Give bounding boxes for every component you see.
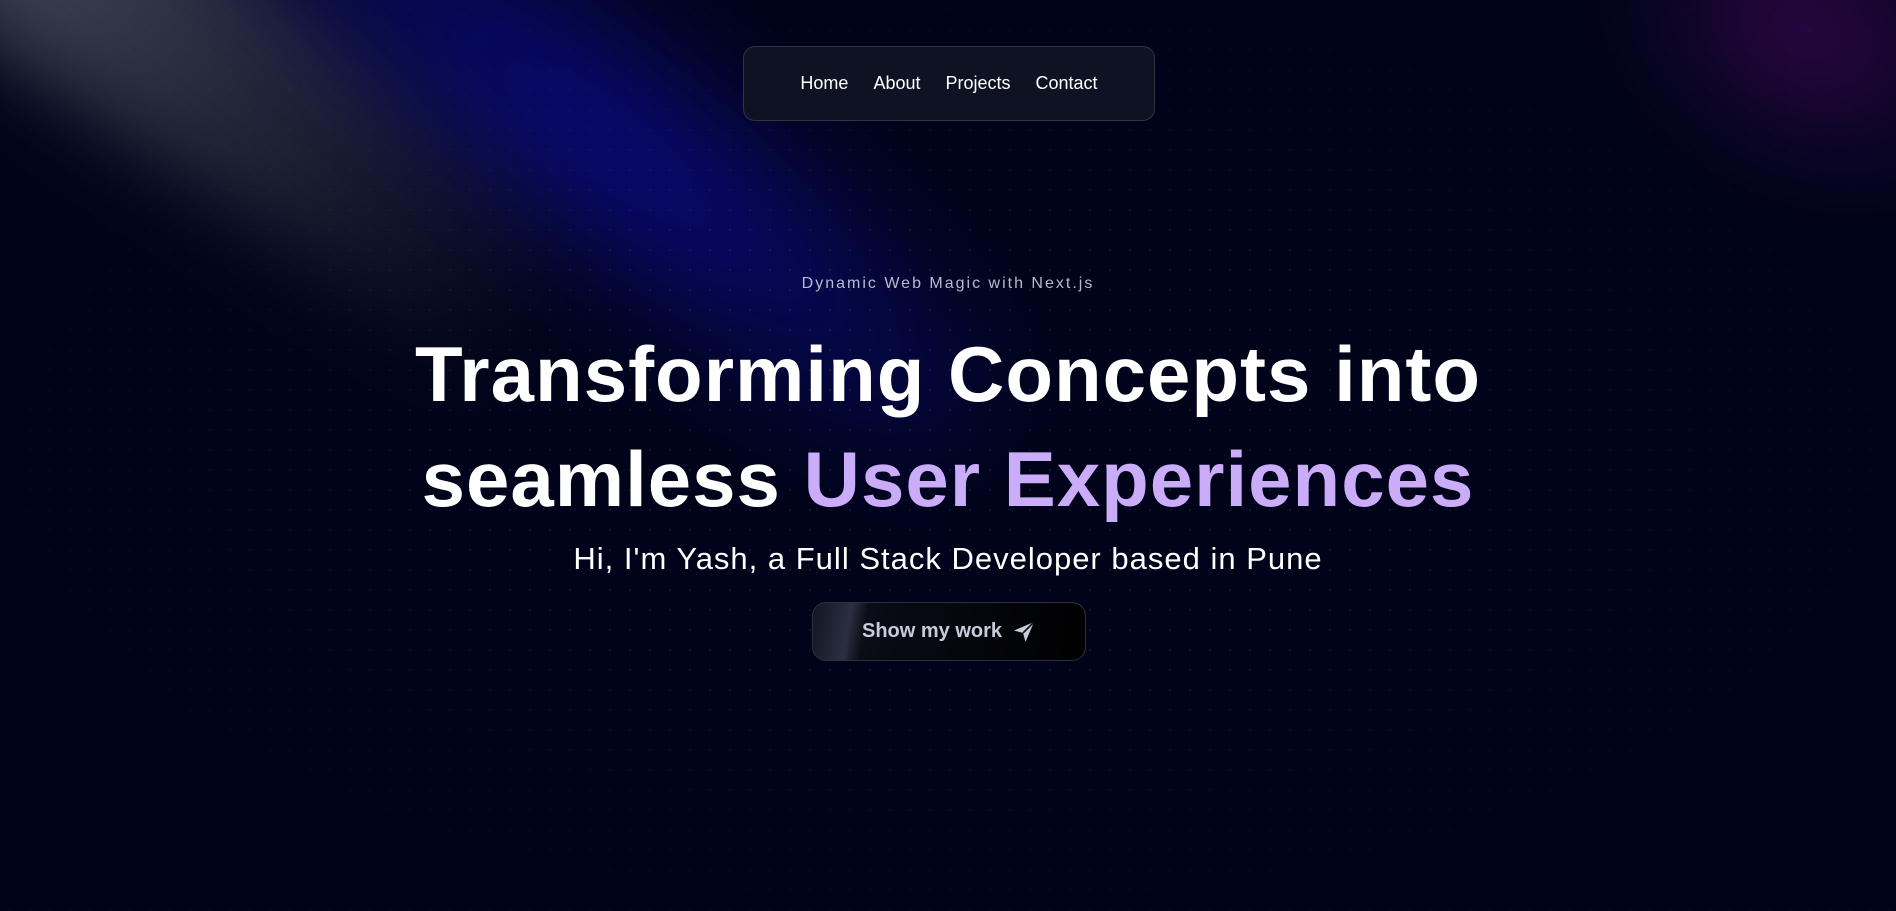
floating-navbar: Home About Projects Contact [743, 46, 1155, 121]
send-icon [1012, 620, 1036, 644]
hero-subtitle: Hi, I'm Yash, a Full Stack Developer bas… [573, 541, 1323, 576]
nav-link-contact[interactable]: Contact [1036, 73, 1098, 94]
show-my-work-label: Show my work [861, 620, 1003, 642]
headline-line-2-accent: User Experiences [803, 435, 1475, 523]
show-my-work-button[interactable]: Show my work [812, 602, 1086, 661]
headline-line-1: Transforming Concepts into [414, 330, 1482, 418]
nav-link-about[interactable]: About [873, 73, 920, 94]
hero-headline: Transforming Concepts into seamless User… [0, 322, 1896, 532]
hero-eyebrow: Dynamic Web Magic with Next.js [801, 275, 1095, 292]
nav-link-home[interactable]: Home [800, 73, 848, 94]
headline-line-2-plain: seamless [421, 435, 781, 523]
page: Home About Projects Contact Dynamic Web … [0, 0, 1896, 911]
nav-link-projects[interactable]: Projects [945, 73, 1010, 94]
